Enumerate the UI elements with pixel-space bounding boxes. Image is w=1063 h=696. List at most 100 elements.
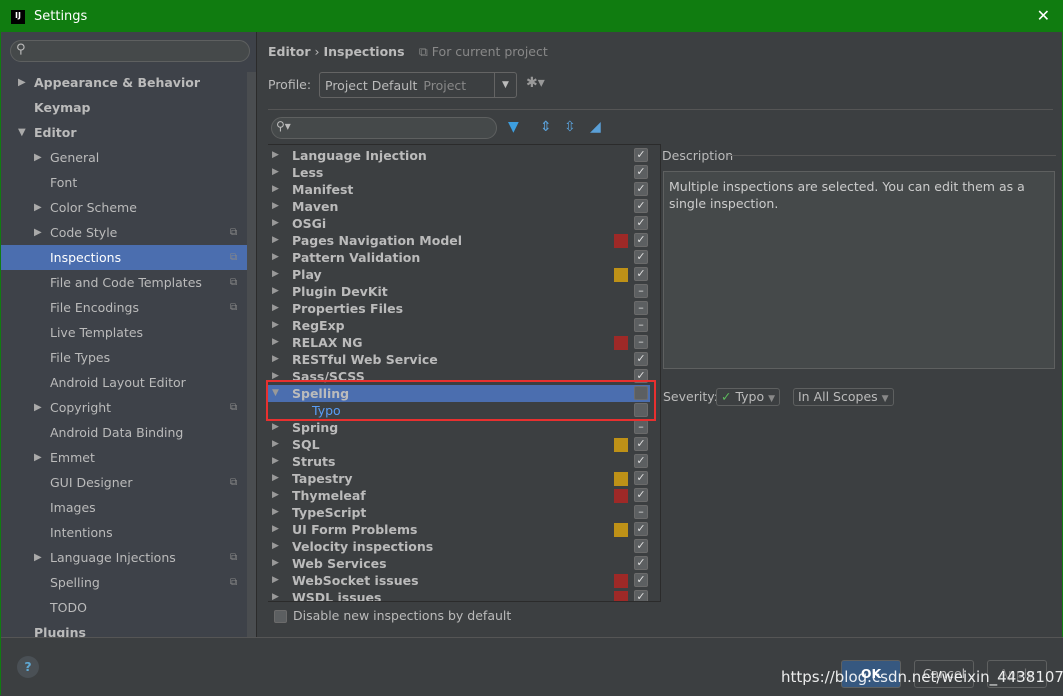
inspection-row[interactable]: ▶ Language Injection ✓ — [268, 147, 650, 164]
sidebar-item-color-scheme[interactable]: ▶ Color Scheme — [1, 195, 247, 220]
chevron-right-icon[interactable]: ▶ — [18, 70, 26, 95]
chevron-right-icon[interactable]: ▶ — [272, 334, 279, 351]
inspection-checkbox[interactable]: – — [634, 284, 648, 298]
inspection-checkbox[interactable]: – — [634, 301, 648, 315]
inspection-row[interactable]: ▶ Spring – — [268, 419, 650, 436]
chevron-right-icon[interactable]: ▶ — [272, 164, 279, 181]
sidebar-item-keymap[interactable]: Keymap — [1, 95, 247, 120]
chevron-right-icon[interactable]: ▶ — [34, 220, 42, 245]
chevron-right-icon[interactable]: ▶ — [272, 181, 279, 198]
inspection-row[interactable]: ▶ Velocity inspections ✓ — [268, 538, 650, 555]
gear-icon[interactable]: ✱▾ — [526, 75, 545, 91]
inspection-checkbox[interactable]: ✓ — [634, 233, 648, 247]
inspection-row[interactable]: ▶ OSGi ✓ — [268, 215, 650, 232]
chevron-right-icon[interactable]: ▶ — [272, 487, 279, 504]
sidebar-item-font[interactable]: Font — [1, 170, 247, 195]
checkbox[interactable] — [274, 610, 287, 623]
chevron-right-icon[interactable]: ▶ — [272, 249, 279, 266]
sidebar-item-language-injections[interactable]: ▶ Language Injections ⧉ — [1, 545, 247, 570]
close-icon[interactable]: ✕ — [1037, 6, 1050, 25]
inspection-row[interactable]: ▶ Properties Files – — [268, 300, 650, 317]
inspection-checkbox[interactable]: ✓ — [634, 165, 648, 179]
sidebar-item-emmet[interactable]: ▶ Emmet — [1, 445, 247, 470]
sidebar-item-inspections[interactable]: Inspections ⧉ — [1, 245, 247, 270]
severity-select[interactable]: ✓ Typo ▼ — [716, 388, 781, 406]
sidebar-item-gui-designer[interactable]: GUI Designer ⧉ — [1, 470, 247, 495]
reset-eraser-icon[interactable]: ◢ — [590, 119, 601, 135]
chevron-right-icon[interactable]: ▶ — [34, 145, 42, 170]
inspection-checkbox[interactable]: ✓ — [634, 267, 648, 281]
sidebar-item-copyright[interactable]: ▶ Copyright ⧉ — [1, 395, 247, 420]
inspection-row[interactable]: ▶ WebSocket issues ✓ — [268, 572, 650, 589]
sidebar-item-images[interactable]: Images — [1, 495, 247, 520]
inspection-checkbox[interactable]: ✓ — [634, 556, 648, 570]
breadcrumb-editor[interactable]: Editor — [268, 44, 311, 59]
help-button[interactable]: ? — [17, 656, 39, 678]
chevron-right-icon[interactable]: ▶ — [34, 395, 42, 420]
chevron-right-icon[interactable]: ▶ — [272, 300, 279, 317]
sidebar-item-spelling[interactable]: Spelling ⧉ — [1, 570, 247, 595]
sidebar-item-general[interactable]: ▶ General — [1, 145, 247, 170]
inspection-checkbox[interactable]: ✓ — [634, 573, 648, 587]
sidebar-item-file-encodings[interactable]: File Encodings ⧉ — [1, 295, 247, 320]
inspection-checkbox[interactable]: ✓ — [634, 522, 648, 536]
chevron-down-icon[interactable]: ▼ — [494, 73, 516, 97]
chevron-right-icon[interactable]: ▶ — [272, 453, 279, 470]
inspection-row[interactable]: ▶ RELAX NG – — [268, 334, 650, 351]
sidebar-scrollbar[interactable] — [247, 72, 256, 637]
chevron-right-icon[interactable]: ▶ — [272, 572, 279, 589]
inspection-checkbox[interactable]: ✓ — [634, 471, 648, 485]
chevron-right-icon[interactable]: ▶ — [272, 521, 279, 538]
inspection-row[interactable]: ▶ Pattern Validation ✓ — [268, 249, 650, 266]
inspection-row[interactable]: ▶ RESTful Web Service ✓ — [268, 351, 650, 368]
inspection-row[interactable]: ▶ Thymeleaf ✓ — [268, 487, 650, 504]
inspection-row[interactable]: ▶ RegExp – — [268, 317, 650, 334]
chevron-right-icon[interactable]: ▶ — [272, 232, 279, 249]
inspection-checkbox[interactable]: ✓ — [634, 199, 648, 213]
inspection-row[interactable]: ▶ WSDL issues ✓ — [268, 589, 650, 601]
chevron-right-icon[interactable]: ▶ — [272, 555, 279, 572]
sidebar-item-android-data-binding[interactable]: Android Data Binding — [1, 420, 247, 445]
inspection-row[interactable]: ▶ UI Form Problems ✓ — [268, 521, 650, 538]
inspection-checkbox[interactable]: – — [634, 505, 648, 519]
inspection-row[interactable]: ▶ Pages Navigation Model ✓ — [268, 232, 650, 249]
chevron-right-icon[interactable]: ▶ — [272, 147, 279, 164]
chevron-right-icon[interactable]: ▶ — [272, 436, 279, 453]
inspection-row[interactable]: ▶ Less ✓ — [268, 164, 650, 181]
sidebar-item-appearance-behavior[interactable]: ▶ Appearance & Behavior — [1, 70, 247, 95]
inspection-checkbox[interactable]: ✓ — [634, 488, 648, 502]
inspection-checkbox[interactable]: – — [634, 335, 648, 349]
inspection-row[interactable]: ▶ Maven ✓ — [268, 198, 650, 215]
inspection-row[interactable]: ▶ Plugin DevKit – — [268, 283, 650, 300]
collapse-all-icon[interactable]: ⇳ — [564, 119, 576, 135]
chevron-right-icon[interactable]: ▶ — [272, 198, 279, 215]
chevron-right-icon[interactable]: ▶ — [34, 545, 42, 570]
chevron-right-icon[interactable]: ▶ — [272, 589, 279, 601]
sidebar-item-todo[interactable]: TODO — [1, 595, 247, 620]
filter-icon[interactable]: ▼ — [508, 119, 519, 135]
chevron-right-icon[interactable]: ▶ — [34, 445, 42, 470]
chevron-right-icon[interactable]: ▶ — [272, 317, 279, 334]
inspection-row[interactable]: ▶ SQL ✓ — [268, 436, 650, 453]
inspection-search-input[interactable]: ⚲▾ — [271, 117, 497, 139]
inspection-checkbox[interactable]: ✓ — [634, 590, 648, 601]
chevron-right-icon[interactable]: ▶ — [34, 195, 42, 220]
inspection-row[interactable]: ▶ Tapestry ✓ — [268, 470, 650, 487]
chevron-right-icon[interactable]: ▶ — [272, 504, 279, 521]
sidebar-item-code-style[interactable]: ▶ Code Style ⧉ — [1, 220, 247, 245]
inspection-row[interactable]: ▶ Play ✓ — [268, 266, 650, 283]
inspection-checkbox[interactable]: ✓ — [634, 352, 648, 366]
inspection-checkbox[interactable]: ✓ — [634, 454, 648, 468]
inspection-row[interactable]: ▶ TypeScript – — [268, 504, 650, 521]
sidebar-item-android-layout-editor[interactable]: Android Layout Editor — [1, 370, 247, 395]
inspection-checkbox[interactable]: ✓ — [634, 539, 648, 553]
inspection-checkbox[interactable]: – — [634, 318, 648, 332]
sidebar-item-editor[interactable]: ▼ Editor — [1, 120, 247, 145]
inspection-row[interactable]: ▶ Manifest ✓ — [268, 181, 650, 198]
chevron-right-icon[interactable]: ▶ — [272, 351, 279, 368]
chevron-right-icon[interactable]: ▶ — [272, 470, 279, 487]
inspection-checkbox[interactable]: ✓ — [634, 216, 648, 230]
chevron-right-icon[interactable]: ▶ — [272, 266, 279, 283]
chevron-right-icon[interactable]: ▶ — [272, 419, 279, 436]
inspection-row[interactable]: ▶ Web Services ✓ — [268, 555, 650, 572]
